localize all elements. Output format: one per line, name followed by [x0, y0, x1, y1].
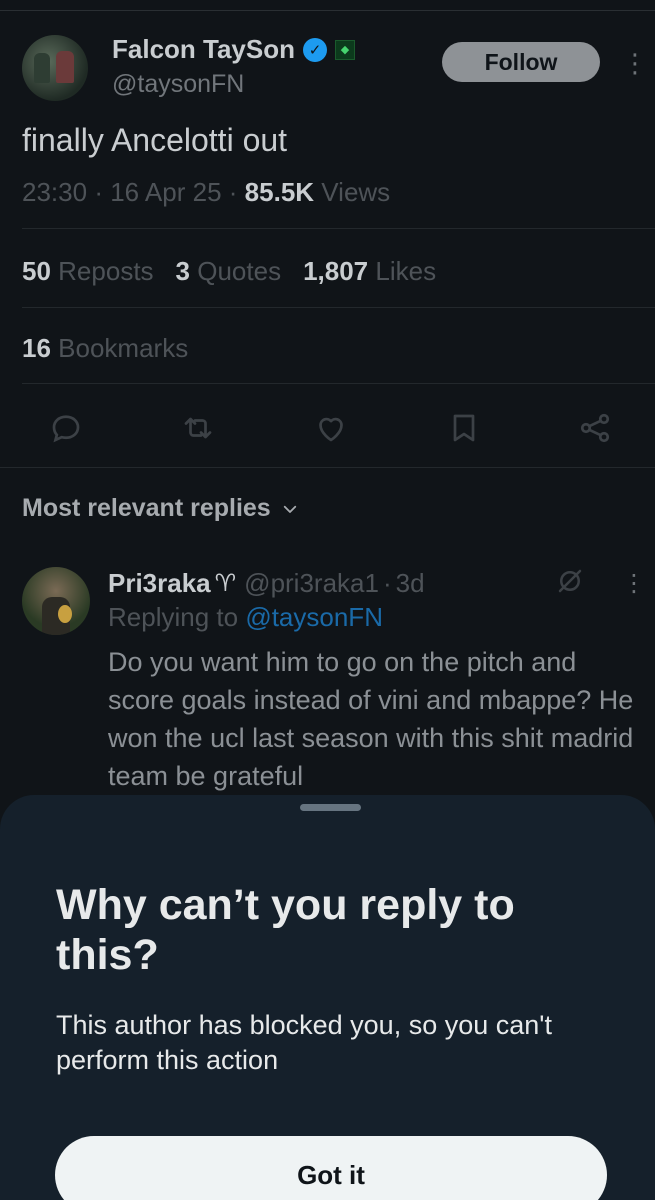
sheet-body-text: This author has blocked you, so you can'…	[56, 1010, 552, 1075]
author-name[interactable]: Falcon TaySon	[112, 34, 295, 65]
reply-author-name[interactable]: Pri3raka	[108, 568, 211, 599]
affiliate-badge-icon: ◆	[335, 39, 355, 60]
like-icon[interactable]	[313, 410, 349, 446]
separator: ·	[382, 568, 392, 598]
reply-author-avatar[interactable]	[22, 567, 90, 635]
reply-text: Do you want him to go on the pitch and s…	[108, 647, 634, 791]
likes-stat[interactable]: 1,807 Likes	[303, 256, 436, 287]
grok-icon[interactable]	[555, 566, 585, 596]
views-label: Views	[321, 177, 391, 207]
more-options-icon[interactable]: ⋮	[622, 50, 648, 76]
follow-button[interactable]: Follow	[442, 42, 600, 82]
divider	[22, 228, 655, 229]
tweet-time: 23:30	[22, 177, 88, 207]
bottom-sheet: Why can’t you reply to this? This author…	[0, 795, 655, 1200]
separator: ·	[94, 177, 103, 207]
views-count: 85.5K	[244, 177, 315, 207]
got-it-button[interactable]: Got it	[55, 1136, 607, 1200]
bookmarks-stat[interactable]: 16 Bookmarks	[22, 333, 188, 364]
bookmarks-count: 16	[22, 333, 51, 363]
bookmark-icon[interactable]	[446, 410, 482, 446]
reply-more-options-icon[interactable]: ⋮	[622, 572, 646, 596]
quotes-stat[interactable]: 3 Quotes	[176, 256, 282, 287]
tweet-meta: 23:30 · 16 Apr 25 · 85.5K Views	[22, 177, 390, 208]
replying-to-handle-link[interactable]: @taysonFN	[245, 602, 383, 632]
quotes-label: Quotes	[197, 256, 282, 286]
author-name-row[interactable]: Falcon TaySon ✓ ◆	[112, 34, 355, 65]
reposts-stat[interactable]: 50 Reposts	[22, 256, 154, 287]
reposts-label: Reposts	[58, 256, 154, 286]
repost-icon[interactable]	[180, 410, 216, 446]
reply-icon[interactable]	[48, 410, 84, 446]
sheet-title: Why can’t you reply to this?	[56, 881, 515, 979]
reposts-count: 50	[22, 256, 51, 286]
reply-header: Pri3raka ♈ @pri3raka1 · 3d	[108, 568, 425, 599]
reply-author-handle[interactable]: @pri3raka1	[244, 568, 379, 599]
likes-label: Likes	[375, 256, 437, 286]
tweet-date: 16 Apr 25	[110, 177, 222, 207]
quotes-count: 3	[175, 256, 191, 286]
goat-emoji-icon: ♈	[214, 570, 237, 597]
tweet-text: finally Ancelotti out	[22, 122, 288, 158]
replying-to: Replying to @taysonFN	[108, 602, 383, 633]
sheet-grabber-handle[interactable]	[300, 804, 361, 811]
divider	[0, 467, 655, 468]
action-bar	[0, 400, 655, 455]
engagement-stats: 50 Reposts 3 Quotes 1,807 Likes	[22, 256, 436, 287]
author-handle[interactable]: @taysonFN	[112, 70, 244, 99]
chevron-down-icon	[283, 505, 296, 513]
divider	[22, 383, 655, 384]
divider	[22, 307, 655, 308]
author-avatar[interactable]	[22, 35, 88, 101]
replies-sort-label: Most relevant replies	[22, 494, 271, 522]
replying-to-prefix: Replying to	[108, 602, 239, 632]
share-icon[interactable]	[577, 410, 613, 446]
divider	[0, 10, 655, 11]
reply-age: 3d	[395, 568, 425, 598]
bookmarks-label: Bookmarks	[58, 333, 189, 363]
separator: ·	[228, 177, 238, 207]
replies-sort-dropdown[interactable]: Most relevant replies	[22, 494, 299, 523]
verified-badge-icon: ✓	[303, 37, 327, 62]
likes-count: 1,807	[303, 256, 369, 286]
